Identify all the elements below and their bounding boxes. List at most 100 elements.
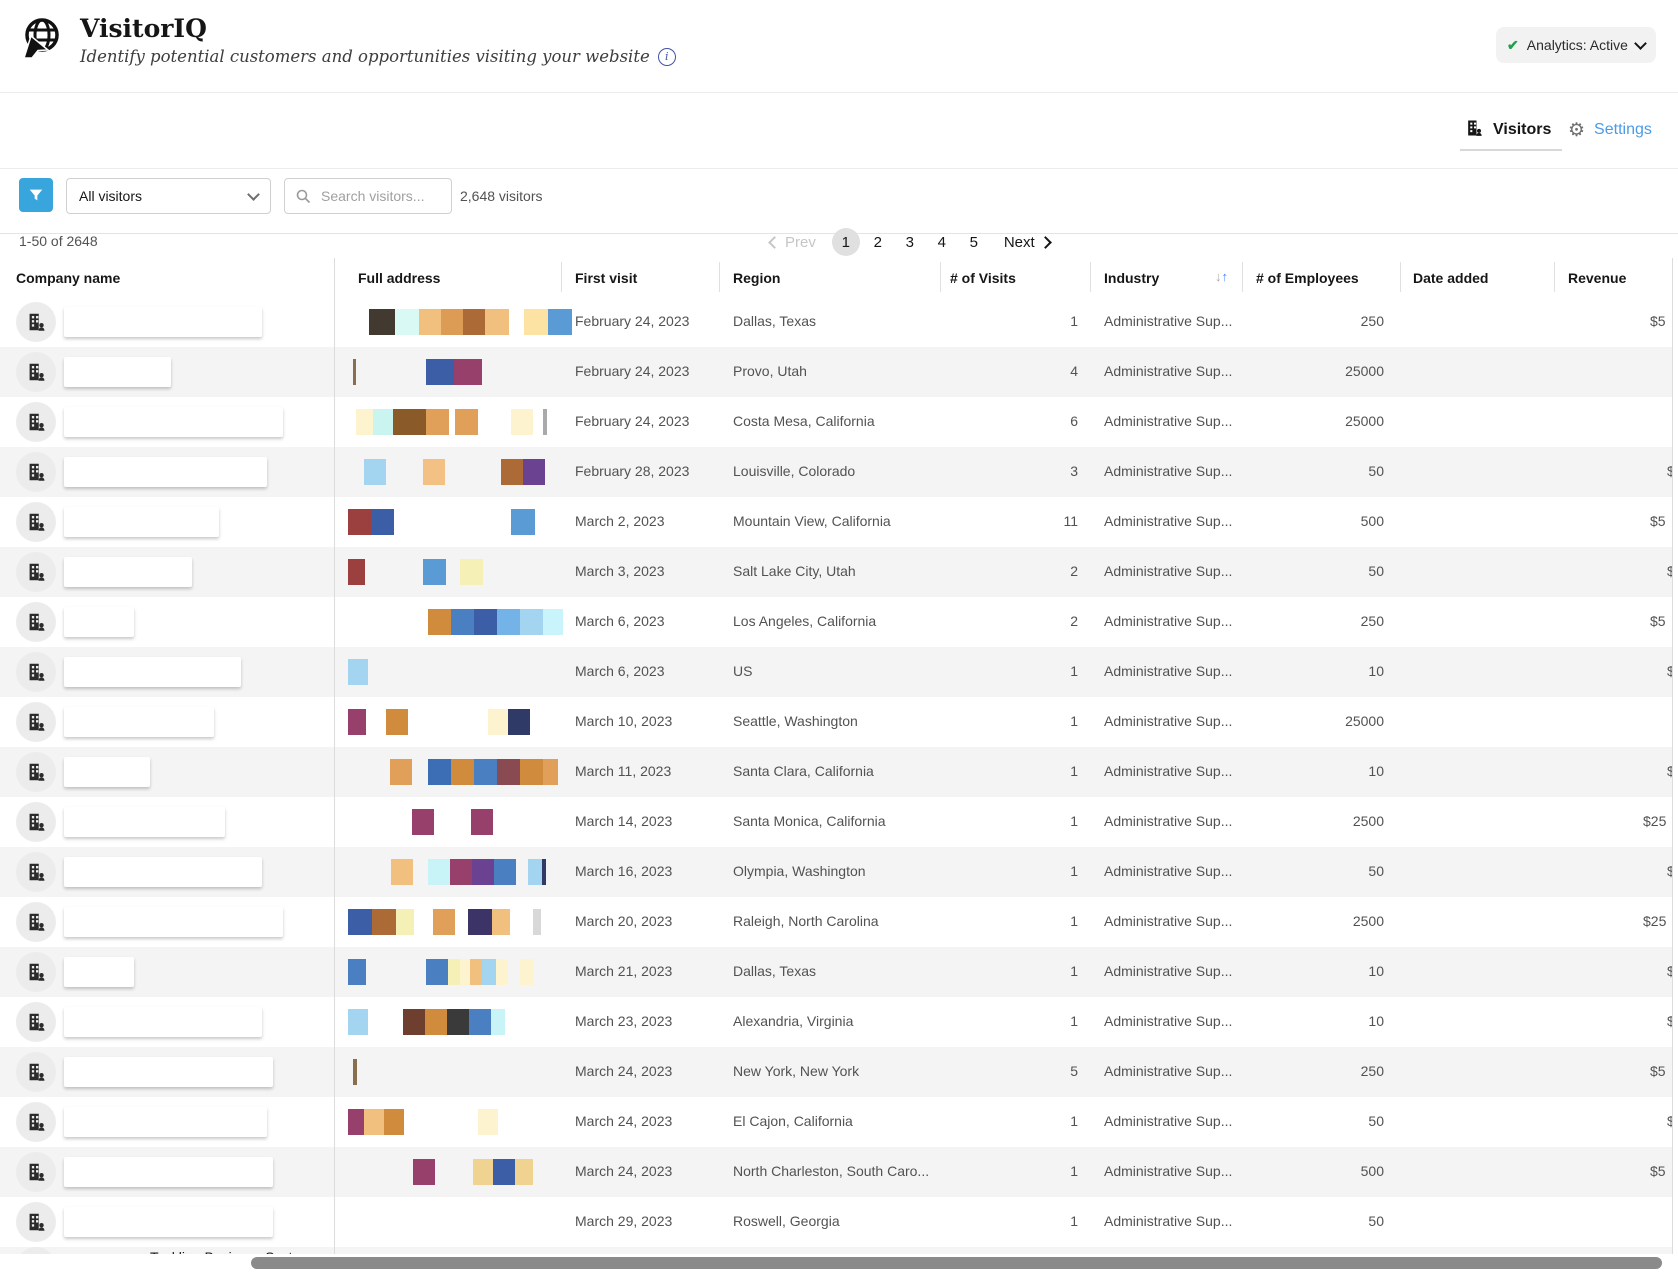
search-input[interactable] <box>319 187 433 205</box>
table-row[interactable]: March 24, 2023 El Cajon, California 1 Ad… <box>0 1097 1673 1147</box>
search-box[interactable] <box>284 178 452 214</box>
visits-cell: 6 <box>940 413 1078 429</box>
col-visits[interactable]: # of Visits <box>950 270 1016 286</box>
page-number-buttons: 12345 <box>832 228 988 256</box>
address-block <box>353 1059 357 1085</box>
company-name-redacted <box>64 807 225 837</box>
company-name-redacted <box>64 1107 267 1137</box>
info-icon[interactable]: i <box>658 48 676 66</box>
avatar <box>16 402 56 442</box>
table-row[interactable]: March 29, 2023 Roswell, Georgia 1 Admini… <box>0 1197 1673 1247</box>
industry-cell: Administrative Sup... <box>1104 863 1238 879</box>
horizontal-scrollbar[interactable] <box>0 1254 1678 1272</box>
next-label: Next <box>1004 234 1035 251</box>
filter-button[interactable] <box>19 178 53 212</box>
avatar <box>16 502 56 542</box>
address-redacted-blocks <box>348 1009 574 1035</box>
address-block <box>474 609 497 635</box>
industry-cell: Administrative Sup... <box>1104 1063 1238 1079</box>
table-row[interactable]: March 11, 2023 Santa Clara, California 1… <box>0 747 1673 797</box>
industry-cell: Administrative Sup... <box>1104 813 1238 829</box>
page-button-5[interactable]: 5 <box>960 228 988 256</box>
tab-visitors-label: Visitors <box>1493 121 1551 139</box>
company-name-redacted <box>64 1057 273 1087</box>
col-industry[interactable]: Industry <box>1104 270 1159 286</box>
col-first-visit[interactable]: First visit <box>575 270 637 286</box>
region-cell: Roswell, Georgia <box>733 1213 933 1229</box>
address-block <box>423 459 445 485</box>
industry-cell: Administrative Sup... <box>1104 1113 1238 1129</box>
avatar <box>16 1102 56 1142</box>
first-visit-cell: March 14, 2023 <box>575 813 672 829</box>
table-row[interactable]: March 20, 2023 Raleigh, North Carolina 1… <box>0 897 1673 947</box>
avatar <box>16 352 56 392</box>
address-block <box>482 959 496 985</box>
app-tagline: Identify potential customers and opportu… <box>80 47 676 66</box>
col-date-added[interactable]: Date added <box>1413 270 1488 286</box>
table-row[interactable]: March 10, 2023 Seattle, Washington 1 Adm… <box>0 697 1673 747</box>
address-block <box>369 309 395 335</box>
industry-cell: Administrative Sup... <box>1104 563 1238 579</box>
address-block <box>533 909 541 935</box>
address-block <box>454 359 482 385</box>
page-button-1[interactable]: 1 <box>832 228 860 256</box>
col-region[interactable]: Region <box>733 270 780 286</box>
chevron-right-icon <box>1039 236 1052 249</box>
address-block <box>441 309 463 335</box>
address-block <box>425 1009 447 1035</box>
table-row[interactable]: March 24, 2023 North Charleston, South C… <box>0 1147 1673 1197</box>
prev-page-button[interactable]: Prev <box>770 234 816 251</box>
employees-cell: 25000 <box>1242 713 1384 729</box>
employees-cell: 500 <box>1242 1163 1384 1179</box>
table-row[interactable]: March 6, 2023 Los Angeles, California 2 … <box>0 597 1673 647</box>
address-block <box>364 1109 384 1135</box>
address-block <box>426 409 449 435</box>
visits-cell: 2 <box>940 613 1078 629</box>
table-row[interactable]: February 28, 2023 Louisville, Colorado 3… <box>0 447 1673 497</box>
address-block <box>543 409 547 435</box>
address-redacted-blocks <box>348 359 574 385</box>
funnel-icon <box>27 186 45 204</box>
table-row[interactable]: March 14, 2023 Santa Monica, California … <box>0 797 1673 847</box>
table-row[interactable]: March 6, 2023 US 1 Administrative Sup...… <box>0 647 1673 697</box>
address-block <box>501 459 523 485</box>
table-row[interactable]: February 24, 2023 Provo, Utah 4 Administ… <box>0 347 1673 397</box>
sort-icon[interactable]: ↓↑ <box>1215 269 1228 284</box>
address-block <box>543 759 558 785</box>
company-name-redacted <box>64 1207 273 1237</box>
page-button-2[interactable]: 2 <box>864 228 892 256</box>
address-block <box>413 1159 435 1185</box>
address-block <box>372 909 396 935</box>
table-row[interactable]: March 2, 2023 Mountain View, California … <box>0 497 1673 547</box>
address-block <box>515 1159 533 1185</box>
tab-settings[interactable]: ⚙ Settings <box>1568 112 1652 148</box>
col-full-address[interactable]: Full address <box>358 270 440 286</box>
employees-cell: 10 <box>1242 963 1384 979</box>
address-block <box>433 909 455 935</box>
tab-visitors[interactable]: Visitors <box>1464 112 1551 148</box>
next-page-button[interactable]: Next <box>1004 234 1050 251</box>
visits-cell: 1 <box>940 963 1078 979</box>
first-visit-cell: March 21, 2023 <box>575 963 672 979</box>
table-row[interactable]: March 23, 2023 Alexandria, Virginia 1 Ad… <box>0 997 1673 1047</box>
analytics-status-button[interactable]: ✔ Analytics: Active <box>1496 27 1656 63</box>
employees-cell: 500 <box>1242 513 1384 529</box>
employees-cell: 10 <box>1242 663 1384 679</box>
col-revenue[interactable]: Revenue <box>1568 270 1626 286</box>
table-row[interactable]: March 3, 2023 Salt Lake City, Utah 2 Adm… <box>0 547 1673 597</box>
visitor-filter-dropdown[interactable]: All visitors <box>66 178 271 214</box>
table-row[interactable]: March 16, 2023 Olympia, Washington 1 Adm… <box>0 847 1673 897</box>
table-row[interactable]: February 24, 2023 Dallas, Texas 1 Admini… <box>0 297 1673 347</box>
table-row[interactable]: February 24, 2023 Costa Mesa, California… <box>0 397 1673 447</box>
page-button-3[interactable]: 3 <box>896 228 924 256</box>
horizontal-scrollbar-thumb[interactable] <box>251 1257 1662 1269</box>
address-block <box>426 359 454 385</box>
col-employees[interactable]: # of Employees <box>1256 270 1359 286</box>
table-row[interactable]: March 24, 2023 New York, New York 5 Admi… <box>0 1047 1673 1097</box>
address-block <box>373 409 393 435</box>
table-row[interactable]: March 21, 2023 Dallas, Texas 1 Administr… <box>0 947 1673 997</box>
col-company-name[interactable]: Company name <box>16 270 120 286</box>
region-cell: Dallas, Texas <box>733 313 933 329</box>
company-name-redacted <box>64 307 262 337</box>
page-button-4[interactable]: 4 <box>928 228 956 256</box>
